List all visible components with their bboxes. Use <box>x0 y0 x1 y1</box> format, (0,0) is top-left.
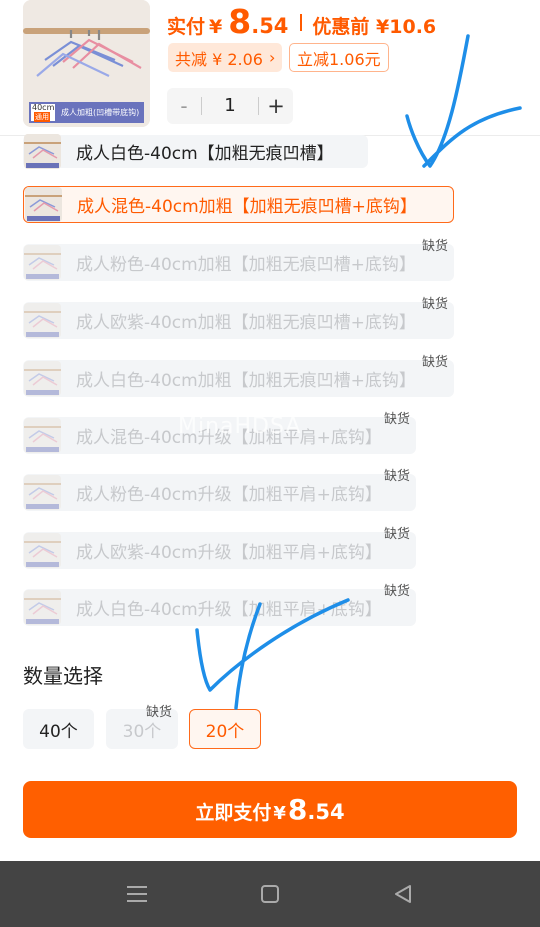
quantity-choice-label: 40个 <box>39 721 78 742</box>
variant-thumbnail <box>24 134 61 169</box>
variant-thumbnail <box>24 590 61 625</box>
variant-label: 成人混色-40cm加粗【加粗无痕凹槽+底钩】 <box>77 197 417 217</box>
thumb-size-label: 40cm <box>32 103 55 112</box>
variant-thumbnail <box>24 475 61 510</box>
variant-thumbnail <box>24 303 61 338</box>
home-icon[interactable] <box>250 874 290 914</box>
price-divider <box>300 13 303 31</box>
quantity-choice-label: 20个 <box>205 721 245 742</box>
quantity-choice[interactable]: 40个 <box>23 709 94 749</box>
variant-option: 成人欧紫-40cm升级【加粗平肩+底钩】 缺货 <box>23 527 416 569</box>
out-of-stock-badge: 缺货 <box>383 469 410 484</box>
pay-now-label: 立即支付 <box>195 802 272 824</box>
variant-label: 成人白色-40cm加粗【加粗无痕凹槽+底钩】 <box>76 371 416 391</box>
quantity-choice[interactable]: 20个 <box>189 709 261 749</box>
variant-label: 成人白色-40cm【加粗无痕凹槽】 <box>76 144 334 164</box>
quantity-section-title: 数量选择 <box>23 664 103 688</box>
pay-currency: ¥ <box>273 803 286 824</box>
out-of-stock-badge: 缺货 <box>383 412 410 427</box>
thumb-tag-label: 通用 <box>34 112 50 122</box>
variant-option: 成人白色-40cm加粗【加粗无痕凹槽+底钩】 缺货 <box>23 355 454 397</box>
variant-label: 成人白色-40cm升级【加粗平肩+底钩】 <box>76 600 382 620</box>
variant-thumbnail <box>25 187 62 222</box>
out-of-stock-badge: 缺货 <box>421 297 448 312</box>
thumb-caption: 成人加粗(凹槽带底钩) <box>61 108 140 117</box>
price-row: 实付 ¥ 8 .54 优惠前 ¥10.6 <box>167 2 436 42</box>
price-label: 实付 <box>167 16 206 38</box>
variant-label: 成人粉色-40cm加粗【加粗无痕凹槽+底钩】 <box>76 255 416 275</box>
variant-option: 成人欧紫-40cm加粗【加粗无痕凹槽+底钩】 缺货 <box>23 297 454 339</box>
annotation-arrow-top <box>405 34 522 168</box>
out-of-stock-badge: 缺货 <box>421 239 448 254</box>
pay-now-button[interactable]: 立即支付 ¥ 8 .54 <box>23 781 517 838</box>
instant-discount-text: 立减1.06元 <box>297 49 381 69</box>
back-icon[interactable] <box>383 874 423 914</box>
out-of-stock-badge: 缺货 <box>421 355 448 370</box>
price-decimal: .54 <box>251 14 289 38</box>
product-thumbnail[interactable]: 40cm 通用 成人加粗(凹槽带底钩) <box>23 0 150 127</box>
original-price: 优惠前 ¥10.6 <box>312 16 437 38</box>
quantity-choice: 30个 缺货 <box>106 705 178 749</box>
menu-icon[interactable] <box>117 874 157 914</box>
increase-button[interactable]: + <box>259 94 293 118</box>
out-of-stock-badge: 缺货 <box>383 584 410 599</box>
variant-thumbnail <box>24 245 61 280</box>
variant-option: 成人粉色-40cm加粗【加粗无痕凹槽+底钩】 缺货 <box>23 239 454 281</box>
watermark-text: MinaHDSA <box>178 414 302 439</box>
total-discount-tag[interactable]: 共减 ¥ 2.06 › <box>168 43 283 72</box>
price-currency: ¥ <box>209 16 223 38</box>
price-integer: 8 <box>228 2 252 41</box>
variant-label: 成人欧紫-40cm加粗【加粗无痕凹槽+底钩】 <box>76 313 416 333</box>
chevron-right-icon: › <box>268 48 276 67</box>
out-of-stock-badge: 缺货 <box>145 705 172 720</box>
variant-option: 成人白色-40cm升级【加粗平肩+底钩】 缺货 <box>23 584 416 626</box>
quantity-choice-label: 30个 <box>122 721 162 742</box>
instant-discount-tag: 立减1.06元 <box>289 43 389 72</box>
decrease-button[interactable]: - <box>167 94 201 118</box>
variant-option[interactable]: 成人混色-40cm加粗【加粗无痕凹槽+底钩】 <box>23 186 454 223</box>
pay-amount-decimal: .54 <box>307 800 345 824</box>
system-navigation-bar <box>0 861 540 927</box>
variant-label: 成人欧紫-40cm升级【加粗平肩+底钩】 <box>76 543 382 563</box>
variant-thumbnail <box>24 361 61 396</box>
quantity-stepper: - 1 + <box>167 88 293 124</box>
variant-thumbnail <box>24 418 61 453</box>
sku-selector-sheet: 40cm 通用 成人加粗(凹槽带底钩) 实付 ¥ 8 .54 优惠前 ¥10.6… <box>0 0 540 927</box>
variant-label: 成人粉色-40cm升级【加粗平肩+底钩】 <box>76 485 382 505</box>
total-discount-text: 共减 ¥ 2.06 <box>175 49 263 69</box>
variant-option[interactable]: 成人白色-40cm【加粗无痕凹槽】 <box>23 134 368 169</box>
pay-amount-integer: 8 <box>287 793 308 826</box>
variant-option: 成人粉色-40cm升级【加粗平肩+底钩】 缺货 <box>23 469 416 511</box>
out-of-stock-badge: 缺货 <box>383 527 410 542</box>
quantity-value[interactable]: 1 <box>201 97 259 115</box>
variant-thumbnail <box>24 533 61 568</box>
